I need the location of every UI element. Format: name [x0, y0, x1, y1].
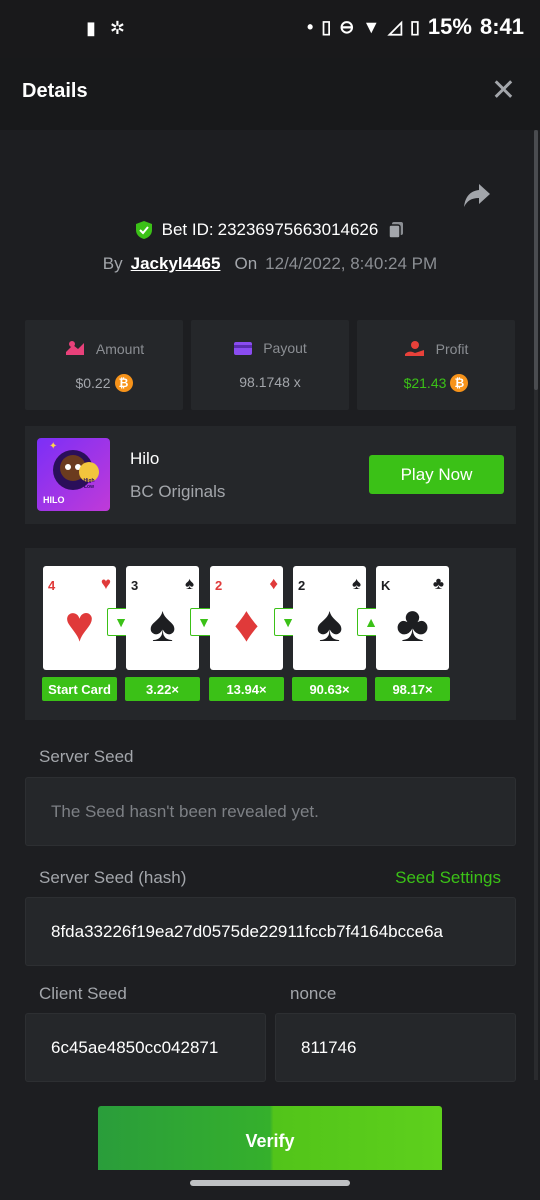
server-seed-label: Server Seed: [39, 747, 134, 766]
bet-id-row: Bet ID: 23236975663014626: [0, 220, 540, 240]
play-now-button[interactable]: Play Now: [369, 455, 504, 494]
card-suit-icon: ♠: [184, 574, 194, 593]
details-header: Details ✕: [0, 58, 540, 130]
app-icon: ✲: [109, 18, 125, 38]
game-provider: BC Originals: [130, 482, 226, 501]
home-gesture-bar[interactable]: [190, 1180, 350, 1186]
stat-profit: Profit $21.43 ₿: [357, 320, 515, 410]
game-thumbnail[interactable]: ✦ High Low HILO: [37, 438, 110, 511]
playing-card: 2 ♠ ♠: [293, 566, 366, 670]
nonce-label: nonce: [290, 984, 337, 1003]
close-icon[interactable]: ✕: [491, 76, 516, 106]
signal-icon: ◿: [388, 16, 402, 37]
shield-check-icon: [135, 221, 152, 239]
thumb-badge: High Low: [83, 478, 95, 490]
verify-button[interactable]: Verify: [98, 1106, 442, 1176]
copy-icon[interactable]: [386, 220, 406, 240]
status-left-icons: ▮ ✲: [86, 18, 125, 39]
playing-card: K ♣ ♣: [376, 566, 449, 670]
username-link[interactable]: Jackyl4465: [131, 254, 221, 274]
multiplier-badge: 13.94×: [209, 677, 284, 701]
clock: 8:41: [479, 14, 524, 39]
profit-label: Profit: [435, 341, 469, 357]
on-label: On: [234, 254, 258, 273]
dnd-icon: ⊖: [339, 16, 355, 37]
multiplier-badge: 90.63×: [292, 677, 367, 701]
card-suit-large-icon: ♦: [233, 596, 260, 652]
card-suit-icon: ♣: [432, 574, 444, 593]
amount-value: $0.22: [75, 375, 111, 391]
server-seed-hash-label: Server Seed (hash): [39, 868, 187, 887]
dot-icon: •: [307, 16, 314, 37]
server-seed-field[interactable]: The Seed hasn't been revealed yet.: [25, 777, 516, 846]
playing-card: 2 ♦ ♦: [210, 566, 283, 670]
profit-value: $21.43: [403, 375, 447, 391]
by-label: By: [102, 254, 123, 273]
card-rank: 2: [298, 578, 306, 593]
wallet-icon: [234, 342, 253, 355]
card-rank: K: [381, 578, 391, 593]
profit-icon: [404, 341, 424, 356]
card-suit-large-icon: ♠: [316, 596, 343, 652]
card-suit-icon: ♠: [351, 574, 361, 593]
card-suit-large-icon: ♠: [149, 596, 176, 652]
wifi-icon: ▼: [362, 16, 381, 37]
status-right: • ▯ ⊖ ▼ ◿ ▯ 15% 8:41: [307, 14, 524, 40]
client-seed-label: Client Seed: [39, 984, 127, 1003]
card-history: 4 ♥ ♥ Start Card ▼ 3 ♠ ♠ 3.22× ▼ 2 ♦ ♦ 13.94× ▼ 2 ♠ ♠ 90.6…: [25, 548, 516, 720]
bet-id-value: 23236975663014626: [217, 220, 379, 239]
multiplier-badge: 3.22×: [125, 677, 200, 701]
multiplier-badge: 98.17×: [375, 677, 450, 701]
bet-byline: By Jackyl4465 On 12/4/2022, 8:40:24 PM: [0, 254, 540, 274]
svg-text:✦: ✦: [49, 441, 57, 452]
card-suit-large-icon: ♣: [396, 596, 429, 652]
amount-icon: [65, 341, 84, 355]
client-seed-field[interactable]: 6c45ae4850cc042871: [25, 1013, 266, 1082]
battery-icon: ▯: [410, 16, 420, 37]
bet-date: 12/4/2022, 8:40:24 PM: [265, 254, 438, 273]
stat-amount: Amount $0.22 ₿: [25, 320, 183, 410]
vibrate-icon: ▯: [321, 16, 332, 37]
card-suit-icon: ♥: [100, 574, 111, 593]
game-name: Hilo: [130, 449, 160, 468]
thumb-label: HILO: [43, 495, 65, 505]
bet-id-label: Bet ID:: [161, 220, 214, 239]
seed-settings-link[interactable]: Seed Settings: [395, 868, 501, 888]
bitcoin-icon: ₿: [450, 374, 469, 392]
share-icon[interactable]: [462, 182, 492, 210]
battery-percent: 15%: [427, 14, 472, 39]
card-rank: 2: [215, 578, 223, 593]
page-title: Details: [22, 80, 88, 102]
server-seed-hash-field[interactable]: 8fda33226f19ea27d0575de22911fccb7f4164bc…: [25, 897, 516, 966]
card-suit-large-icon: ♥: [64, 596, 95, 652]
status-bar: ▮ ✲ • ▯ ⊖ ▼ ◿ ▯ 15% 8:41: [0, 0, 540, 58]
playing-card: 4 ♥ ♥: [43, 566, 116, 670]
card-suit-icon: ♦: [269, 574, 278, 593]
card-rank: 4: [48, 578, 56, 593]
stat-payout: Payout 98.1748 x: [191, 320, 349, 410]
card-rank: 3: [131, 578, 139, 593]
nonce-field[interactable]: 811746: [275, 1013, 516, 1082]
bitcoin-icon: ₿: [114, 374, 133, 392]
playing-card: 3 ♠ ♠: [126, 566, 199, 670]
game-card: ✦ High Low HILO Hilo BC Originals Play N…: [25, 426, 516, 524]
multiplier-badge: Start Card: [42, 677, 117, 701]
payout-value: 98.1748 x: [239, 374, 301, 390]
alert-icon: ▮: [86, 18, 96, 38]
payout-label: Payout: [263, 340, 307, 356]
amount-label: Amount: [95, 341, 145, 357]
nav-bar: [0, 1170, 540, 1200]
